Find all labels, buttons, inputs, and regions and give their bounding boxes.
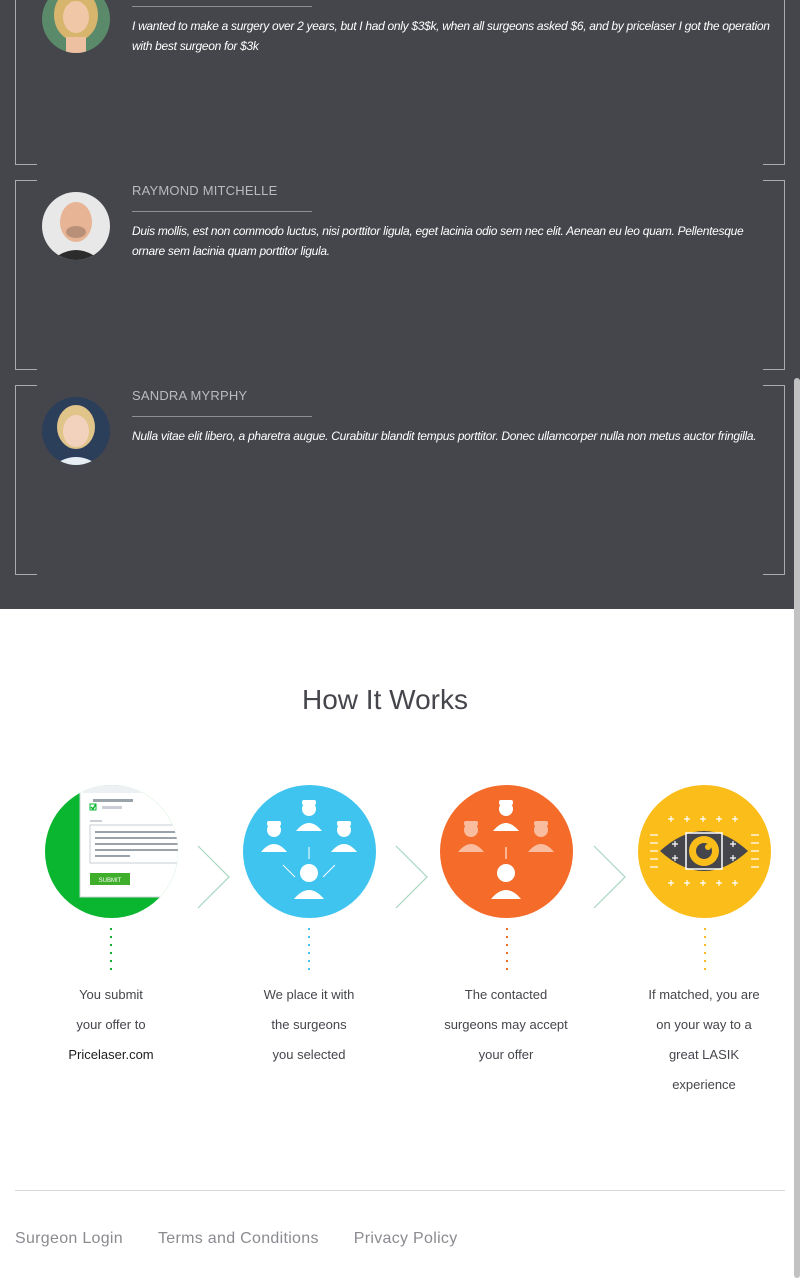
step-description: The contacted surgeons may accept your o…: [436, 980, 576, 1070]
testimonial-card: I wanted to make a surgery over 2 years,…: [15, 0, 785, 165]
surgeons-network-icon: [243, 785, 376, 918]
chevron-right-icon: [395, 845, 428, 909]
step-description: If matched, you are on your way to a gre…: [634, 980, 774, 1100]
surgeon-login-link[interactable]: Surgeon Login: [15, 1230, 123, 1248]
chevron-right-icon: [197, 845, 230, 909]
submit-button-label: SUBMIT: [99, 878, 122, 884]
footer-nav: Surgeon Login Terms and Conditions Priva…: [15, 1230, 458, 1248]
card-bracket-left: [15, 180, 37, 370]
chevron-right-icon: [593, 845, 626, 909]
avatar: [42, 0, 110, 53]
name-divider: [132, 211, 312, 212]
avatar: [42, 192, 110, 260]
testimonial-card: RAYMOND MITCHELLE Duis mollis, est non c…: [15, 180, 785, 370]
avatar: [42, 397, 110, 465]
surgeon-accept-icon: [440, 785, 573, 918]
testimonial-author: SANDRA MYRPHY: [132, 388, 248, 403]
dotted-connector: [308, 928, 310, 974]
eye-lasik-icon: [638, 785, 771, 918]
terms-link[interactable]: Terms and Conditions: [158, 1230, 319, 1248]
step-line: surgeons may accept: [444, 1017, 568, 1032]
step-line: Pricelaser.com: [68, 1047, 154, 1062]
section-title: How It Works: [302, 684, 468, 715]
step-line: on your way to a: [656, 1017, 752, 1032]
dotted-connector: [110, 928, 112, 974]
card-bracket-right: [763, 385, 785, 575]
step-line: You submit: [79, 987, 143, 1002]
step-line: the surgeons: [271, 1017, 347, 1032]
testimonial-author: RAYMOND MITCHELLE: [132, 183, 278, 198]
step-line: your offer to: [76, 1017, 146, 1032]
name-divider: [132, 6, 312, 7]
step-line: We place it with: [263, 987, 355, 1002]
card-bracket-left: [15, 0, 37, 165]
step-line: The contacted: [464, 987, 548, 1002]
step-line: your offer: [478, 1047, 534, 1062]
step-description: You submit your offer to Pricelaser.com: [41, 980, 181, 1070]
testimonial-card: SANDRA MYRPHY Nulla vitae elit libero, a…: [15, 385, 785, 575]
step-line: experience: [672, 1077, 736, 1092]
card-bracket-left: [15, 385, 37, 575]
card-bracket-right: [763, 180, 785, 370]
step-line: If matched, you are: [648, 987, 760, 1002]
testimonial-text: I wanted to make a surgery over 2 years,…: [132, 19, 770, 53]
form-submit-icon: SUBMIT: [45, 785, 178, 918]
step-description: We place it with the surgeons you select…: [239, 980, 379, 1070]
testimonials-section: I wanted to make a surgery over 2 years,…: [0, 0, 800, 609]
dotted-connector: [704, 928, 706, 974]
step-line: you selected: [272, 1047, 346, 1062]
footer-divider: [15, 1190, 785, 1191]
dotted-connector: [506, 928, 508, 974]
privacy-policy-link[interactable]: Privacy Policy: [354, 1230, 458, 1248]
step-line: great LASIK: [668, 1047, 740, 1062]
testimonial-text: Nulla vitae elit libero, a pharetra augu…: [132, 429, 757, 443]
scrollbar-thumb[interactable]: [794, 378, 800, 1278]
name-divider: [132, 416, 312, 417]
testimonial-text: Duis mollis, est non commodo luctus, nis…: [132, 224, 744, 258]
